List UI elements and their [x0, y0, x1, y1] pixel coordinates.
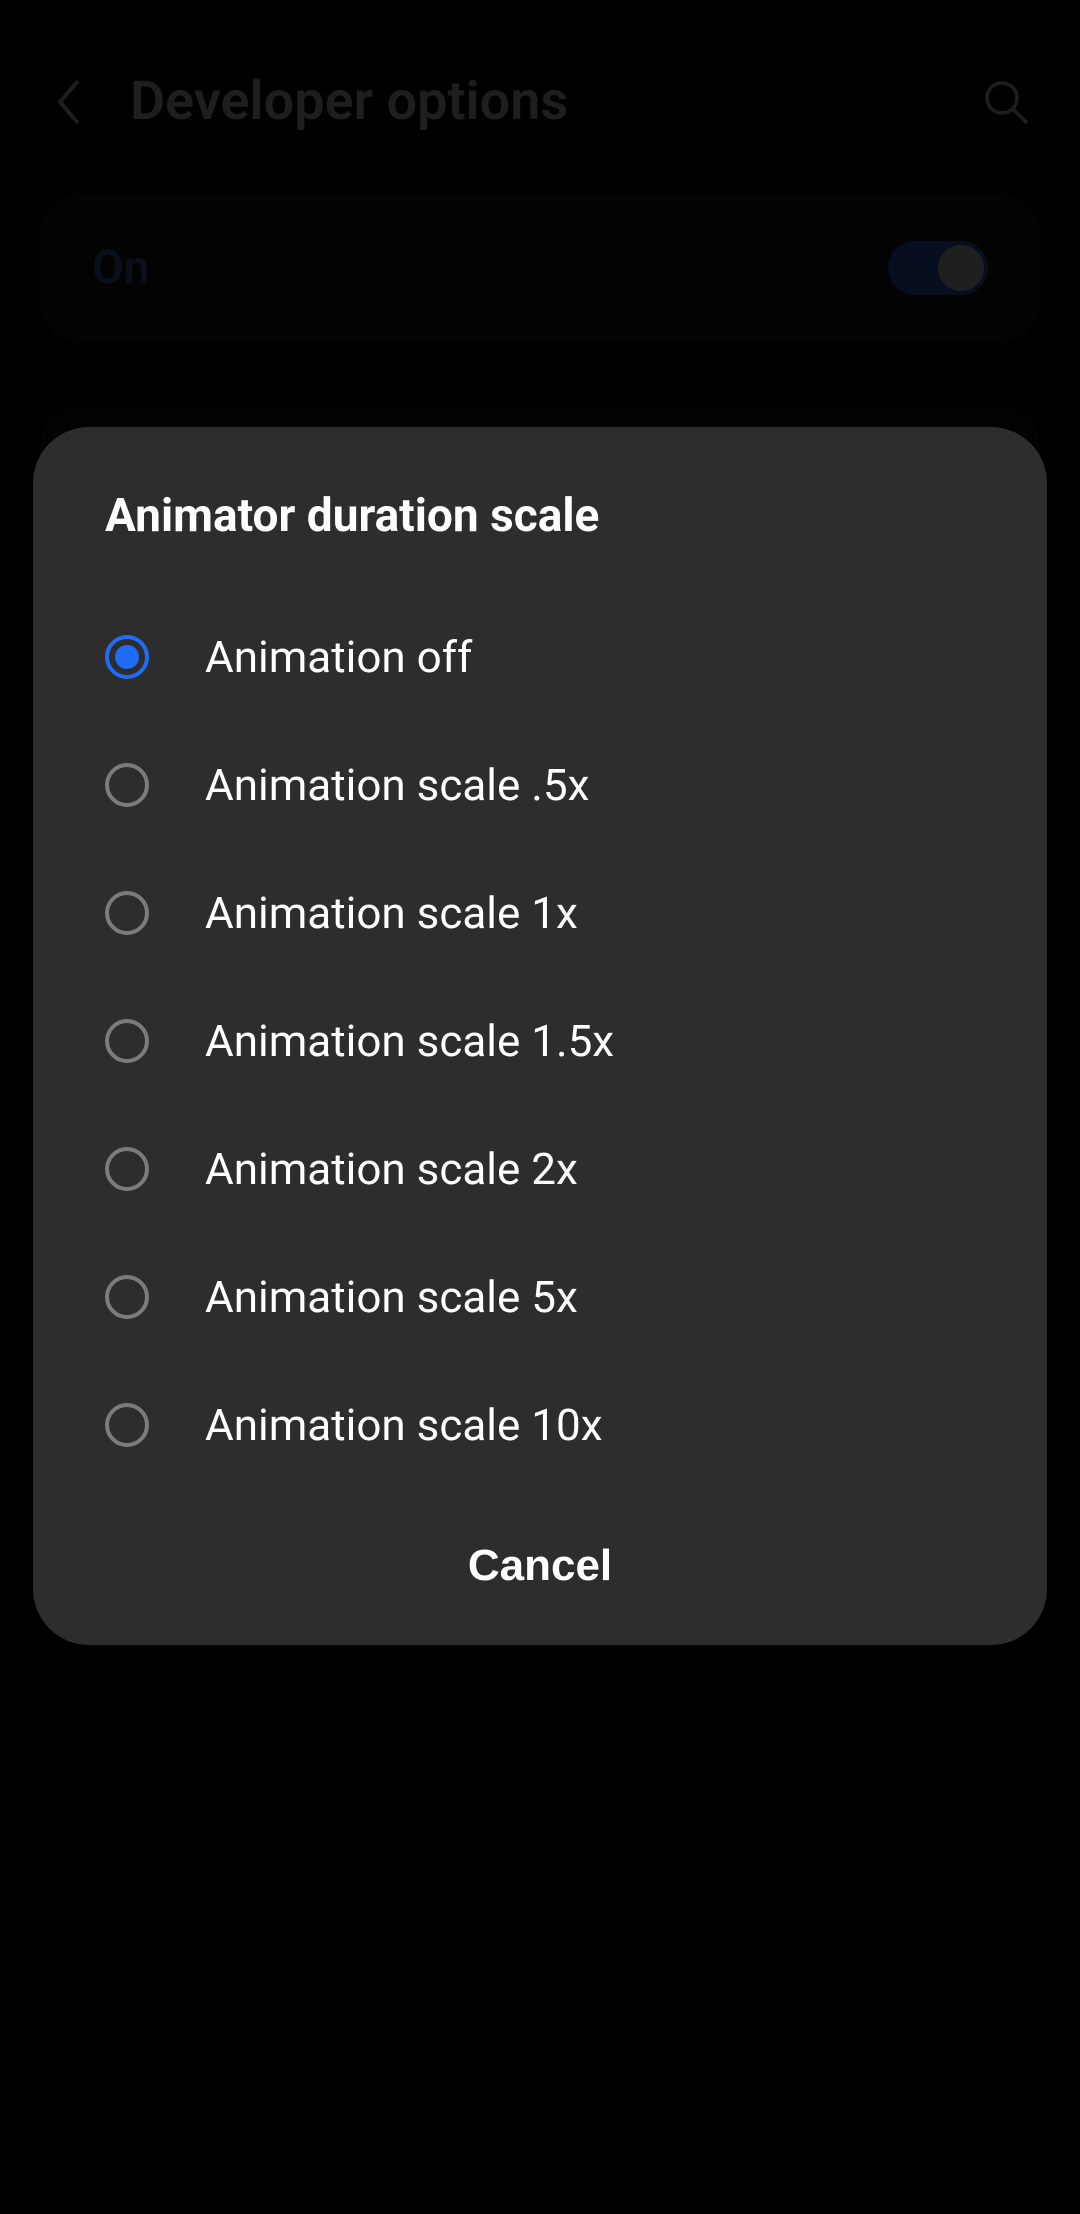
option-animation-scale-1-5x[interactable]: Animation scale 1.5x	[33, 977, 1047, 1105]
option-animation-scale-10x[interactable]: Animation scale 10x	[33, 1361, 1047, 1489]
radio-icon	[105, 763, 149, 807]
option-label: Animation scale 10x	[205, 1399, 603, 1451]
option-animation-scale-1x[interactable]: Animation scale 1x	[33, 849, 1047, 977]
radio-icon	[105, 891, 149, 935]
option-label: Animation scale 1.5x	[205, 1015, 614, 1067]
option-label: Animation off	[205, 631, 472, 683]
radio-icon	[105, 1019, 149, 1063]
option-label: Animation scale 2x	[205, 1143, 578, 1195]
option-label: Animation scale 1x	[205, 887, 578, 939]
option-animation-scale-5x[interactable]: Animation scale 5x	[33, 1233, 1047, 1361]
dialog-footer: Cancel	[33, 1499, 1047, 1645]
dialog-title: Animator duration scale	[33, 489, 1047, 563]
option-label: Animation scale .5x	[205, 759, 589, 811]
option-animation-off[interactable]: Animation off	[33, 593, 1047, 721]
radio-icon	[105, 1147, 149, 1191]
dialog-options-list: Animation off Animation scale .5x Animat…	[33, 563, 1047, 1499]
cancel-button[interactable]: Cancel	[468, 1541, 612, 1591]
radio-icon	[105, 1275, 149, 1319]
radio-icon	[105, 1403, 149, 1447]
animator-duration-scale-dialog: Animator duration scale Animation off An…	[33, 427, 1047, 1645]
option-animation-scale-0-5x[interactable]: Animation scale .5x	[33, 721, 1047, 849]
option-label: Animation scale 5x	[205, 1271, 578, 1323]
option-animation-scale-2x[interactable]: Animation scale 2x	[33, 1105, 1047, 1233]
radio-icon	[105, 635, 149, 679]
